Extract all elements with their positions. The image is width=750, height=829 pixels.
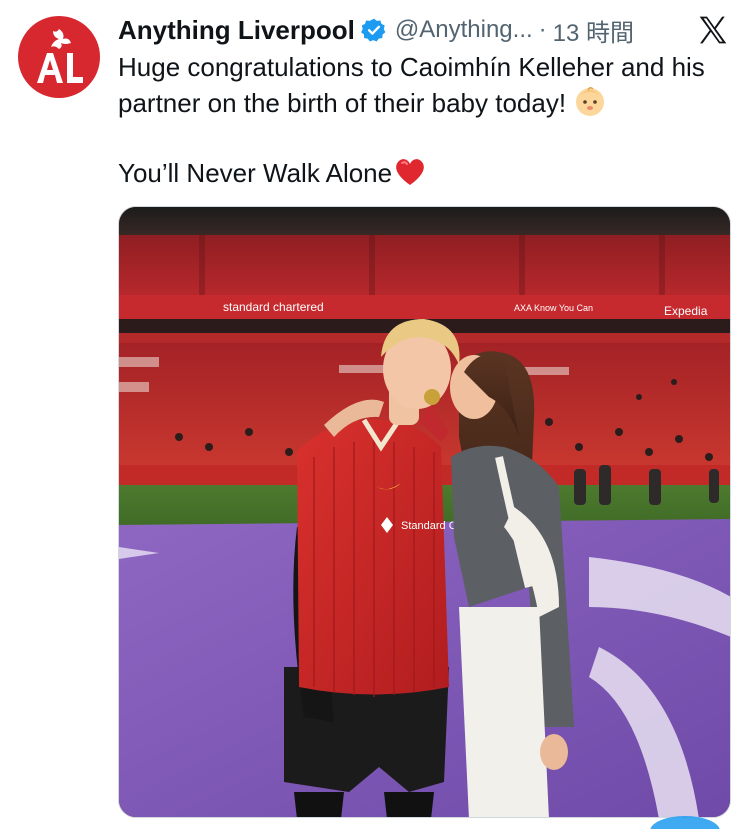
tweet-text-line1: Huge congratulations to Caoimhín Kellehe… [118,52,705,118]
verified-badge-icon [360,18,386,42]
author-handle[interactable]: @Anything... [395,16,533,44]
baby-emoji [576,86,605,116]
tweet-text-line2: You’ll Never Walk Alone [118,158,393,188]
tweet-header: Anything Liverpool @Anything... · 13 時間 [118,12,730,48]
red-heart-emoji [396,159,424,185]
author-avatar[interactable] [18,16,100,98]
banner-sponsor-middle: AXA Know You Can [514,303,593,313]
anything-liverpool-logo-icon [37,29,83,83]
timestamp[interactable]: 13 時間 [553,13,634,48]
banner-sponsor-right: Expedia [664,304,708,318]
tweet-photo[interactable]: standard chartered AXA Know You Can Expe… [118,206,731,818]
banner-sponsor-left: standard chartered [223,300,324,314]
author-name[interactable]: Anything Liverpool [118,15,355,46]
separator-dot: · [538,16,547,43]
x-logo-icon[interactable] [696,14,730,46]
tweet-body: Huge congratulations to Caoimhín Kellehe… [118,50,738,190]
stadium-couple-photo: standard chartered AXA Know You Can Expe… [119,207,730,817]
